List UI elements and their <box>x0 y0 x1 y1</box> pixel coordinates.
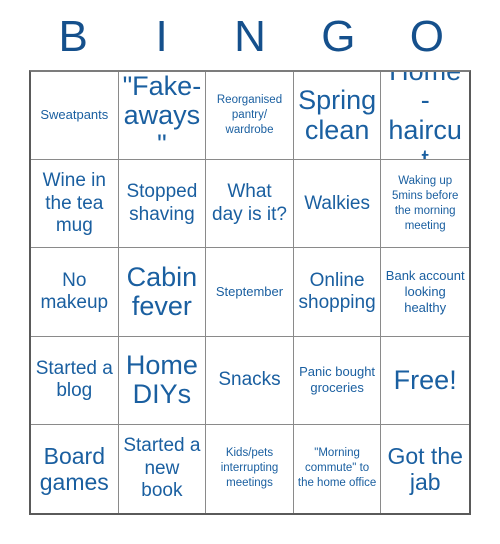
bingo-cell-label: Snacks <box>218 368 281 390</box>
bingo-cell-label: Free! <box>393 364 457 395</box>
bingo-cell[interactable]: What day is it? <box>206 160 294 249</box>
bingo-cell[interactable]: Home-haircut <box>381 72 469 161</box>
bingo-cell-label: What day is it? <box>212 181 287 225</box>
bingo-cell[interactable]: Board games <box>31 424 119 513</box>
bingo-cell-label: Spring clean <box>298 85 377 145</box>
bingo-cell-label: Panic bought groceries <box>299 363 376 396</box>
bingo-cell[interactable]: Kids/pets interrupting meetings <box>206 424 294 513</box>
bingo-cell-label: Home-haircut <box>388 72 462 161</box>
bingo-cell[interactable]: Started a new book <box>118 424 207 513</box>
bingo-cell-label: Started a blog <box>35 357 113 402</box>
bingo-grid: Sweatpants "Fake-aways" Reorganised pant… <box>29 70 471 515</box>
bingo-cell-label: Sweatpants <box>40 107 109 123</box>
bingo-cell[interactable]: Spring clean <box>293 72 382 161</box>
bingo-cell[interactable]: Home DIYs <box>118 336 207 425</box>
bingo-cell-label: Waking up 5mins before the morning meeti… <box>391 174 459 232</box>
bingo-cell[interactable]: Got the jab <box>381 424 469 513</box>
bingo-cell[interactable]: Bank account looking healthy <box>381 248 469 337</box>
bingo-cell-label: Cabin fever <box>126 261 198 321</box>
header-letter-n: N <box>234 12 266 61</box>
bingo-cell[interactable]: No makeup <box>31 248 119 337</box>
bingo-cell-label: Started a new book <box>123 435 201 502</box>
bingo-cell[interactable]: "Morning commute" to the home office <box>293 424 382 513</box>
bingo-cell-free[interactable]: Free! <box>381 336 469 425</box>
bingo-cell[interactable]: Started a blog <box>31 336 119 425</box>
bingo-cell[interactable]: Snacks <box>206 336 294 425</box>
bingo-cell-label: Got the jab <box>387 442 463 495</box>
bingo-cell-label: Board games <box>39 442 109 495</box>
bingo-cell[interactable]: Reorganised pantry/ wardrobe <box>206 72 294 161</box>
bingo-cell[interactable]: Steptember <box>206 248 294 337</box>
bingo-card: B I N G O Sweatpants "Fake-aways" Reorga… <box>0 0 500 544</box>
header-letter-o: O <box>409 12 444 61</box>
bingo-cell-label: Online shopping <box>298 269 376 313</box>
bingo-cell[interactable]: Online shopping <box>293 248 382 337</box>
bingo-cell-label: Home DIYs <box>125 350 198 410</box>
header-letter-i: I <box>155 12 168 61</box>
bingo-cell[interactable]: Panic bought groceries <box>293 336 382 425</box>
bingo-cell[interactable]: Cabin fever <box>118 248 207 337</box>
bingo-cell-label: Kids/pets interrupting meetings <box>220 447 279 490</box>
bingo-header: B I N G O <box>29 8 471 66</box>
bingo-cell-label: Walkies <box>304 192 370 214</box>
header-letter-b: B <box>58 12 88 61</box>
bingo-cell[interactable]: Sweatpants <box>31 72 119 161</box>
bingo-cell[interactable]: Waking up 5mins before the morning meeti… <box>381 160 469 249</box>
bingo-cell-label: Wine in the tea mug <box>42 170 106 236</box>
bingo-cell-label: Reorganised pantry/ wardrobe <box>216 94 283 137</box>
bingo-cell[interactable]: Walkies <box>293 160 382 249</box>
bingo-cell-label: Bank account looking healthy <box>385 267 465 316</box>
bingo-cell-label: No makeup <box>40 269 109 313</box>
bingo-cell-label: Stopped shaving <box>126 181 198 225</box>
header-letter-g: G <box>321 12 356 61</box>
bingo-cell-label: "Morning commute" to the home office <box>297 447 377 490</box>
bingo-cell[interactable]: "Fake-aways" <box>118 72 207 161</box>
bingo-cell-label: Steptember <box>215 283 284 299</box>
bingo-cell[interactable]: Wine in the tea mug <box>31 160 119 249</box>
bingo-cell[interactable]: Stopped shaving <box>118 160 207 249</box>
bingo-cell-label: "Fake-aways" <box>122 72 202 160</box>
